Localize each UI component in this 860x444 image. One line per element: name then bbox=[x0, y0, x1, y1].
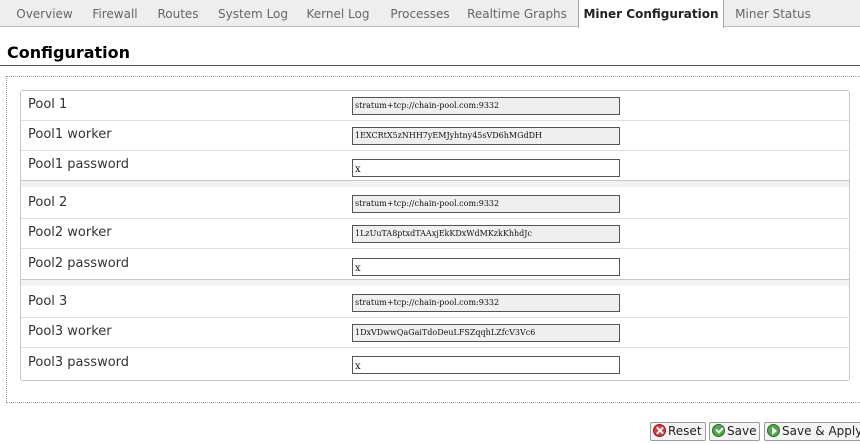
title-divider bbox=[0, 65, 860, 66]
pool1-url-input[interactable]: stratum+tcp://chain-pool.com:9332 bbox=[352, 97, 620, 115]
page-title: Configuration bbox=[7, 43, 131, 62]
pool3-worker-input[interactable]: 1DxVDwwQaGaiTdoDeuLFSZqqhLZfcV3Vc6 bbox=[352, 324, 620, 342]
save-button[interactable]: Save bbox=[709, 422, 761, 441]
pool2-password-input[interactable]: x bbox=[352, 258, 620, 276]
pool2-password-label: Pool2 password bbox=[28, 256, 130, 271]
reset-button-label: Reset bbox=[668, 424, 702, 438]
pool2-password-row: Pool2 password x bbox=[21, 250, 849, 280]
reset-button[interactable]: Reset bbox=[650, 422, 706, 441]
tab-processes[interactable]: Processes bbox=[384, 0, 456, 27]
pool1-url-label: Pool 1 bbox=[28, 97, 68, 112]
apply-icon bbox=[767, 424, 780, 437]
pool3-url-row: Pool 3 stratum+tcp://chain-pool.com:9332 bbox=[21, 288, 849, 318]
pool1-password-label: Pool1 password bbox=[28, 157, 130, 172]
tab-system-log[interactable]: System Log bbox=[212, 0, 294, 27]
group-separator bbox=[21, 181, 849, 187]
reset-icon bbox=[653, 424, 666, 437]
pool2-url-label: Pool 2 bbox=[28, 195, 68, 210]
save-apply-button[interactable]: Save & Apply bbox=[764, 422, 860, 441]
pool1-password-row: Pool1 password x bbox=[21, 151, 849, 181]
tab-kernel-log[interactable]: Kernel Log bbox=[302, 0, 374, 27]
pool2-url-input[interactable]: stratum+tcp://chain-pool.com:9332 bbox=[352, 195, 620, 213]
tab-overview[interactable]: Overview bbox=[7, 0, 82, 27]
pool2-worker-row: Pool2 worker 1LzUuTA8ptxdTAAxjEkKDxWdMKz… bbox=[21, 219, 849, 249]
pool1-worker-row: Pool1 worker 1EXCRtX5zNHH7yEMJyhtny45sVD… bbox=[21, 121, 849, 151]
pool3-worker-label: Pool3 worker bbox=[28, 324, 112, 339]
pool3-password-input[interactable]: x bbox=[352, 356, 620, 374]
pool3-url-input[interactable]: stratum+tcp://chain-pool.com:9332 bbox=[352, 294, 620, 312]
pool1-password-input[interactable]: x bbox=[352, 159, 620, 177]
tab-miner-status[interactable]: Miner Status bbox=[730, 0, 816, 27]
pool3-url-label: Pool 3 bbox=[28, 294, 68, 309]
save-button-label: Save bbox=[727, 424, 757, 438]
pool3-password-label: Pool3 password bbox=[28, 355, 130, 370]
pool1-worker-input[interactable]: 1EXCRtX5zNHH7yEMJyhtny45sVD6hMGdDH bbox=[352, 127, 620, 145]
group-separator bbox=[21, 280, 849, 286]
tab-firewall[interactable]: Firewall bbox=[86, 0, 144, 27]
pool3-worker-row: Pool3 worker 1DxVDwwQaGaiTdoDeuLFSZqqhLZ… bbox=[21, 318, 849, 348]
pool1-worker-label: Pool1 worker bbox=[28, 127, 112, 142]
pool2-worker-input[interactable]: 1LzUuTA8ptxdTAAxjEkKDxWdMKzkKhhdJc bbox=[352, 225, 620, 243]
tab-bar: Overview Firewall Routes System Log Kern… bbox=[0, 0, 860, 28]
tab-miner-configuration[interactable]: Miner Configuration bbox=[578, 0, 724, 28]
save-apply-button-label: Save & Apply bbox=[782, 424, 860, 438]
checkmark-icon bbox=[712, 424, 725, 437]
pool2-url-row: Pool 2 stratum+tcp://chain-pool.com:9332 bbox=[21, 189, 849, 219]
pool3-password-row: Pool3 password x bbox=[21, 349, 849, 379]
tab-routes[interactable]: Routes bbox=[152, 0, 204, 27]
pool1-url-row: Pool 1 stratum+tcp://chain-pool.com:9332 bbox=[21, 91, 849, 121]
pool2-worker-label: Pool2 worker bbox=[28, 225, 112, 240]
tab-realtime-graphs[interactable]: Realtime Graphs bbox=[464, 0, 570, 27]
